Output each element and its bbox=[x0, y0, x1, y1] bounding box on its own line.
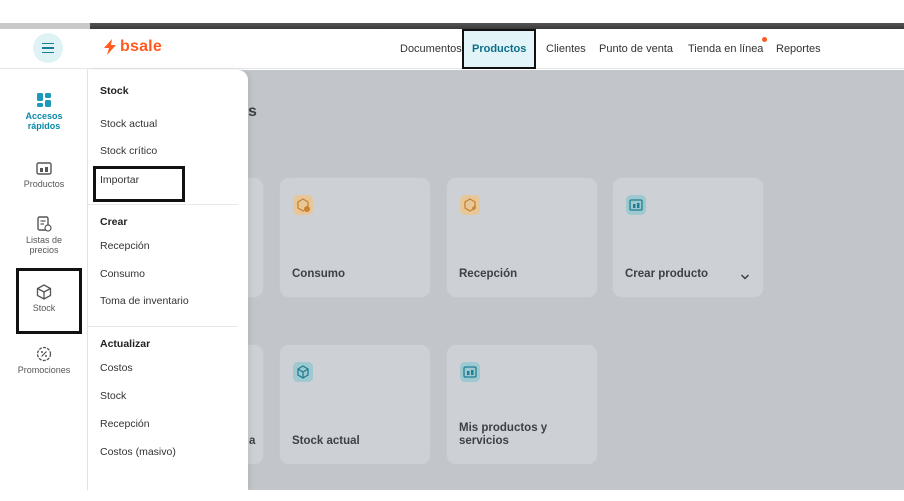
card-mis-productos[interactable]: Mis productos y servicios bbox=[446, 344, 598, 465]
dropdown-item-stock[interactable]: Stock bbox=[100, 390, 126, 402]
dropdown-item-costos-masivo[interactable]: Costos (masivo) bbox=[100, 446, 176, 458]
sidebar-label: Accesos rápidos bbox=[25, 111, 63, 131]
page-title-partial: s bbox=[248, 103, 257, 120]
card-recepcion[interactable]: Recepción bbox=[446, 177, 598, 298]
promo-icon bbox=[36, 346, 52, 362]
nav-tienda-en-linea[interactable]: Tienda en línea bbox=[688, 36, 763, 62]
top-nav: Documentos Productos Clientes Punto de v… bbox=[0, 29, 904, 69]
dropdown-section-actualizar: Actualizar bbox=[100, 338, 151, 350]
dropdown-item-toma-de-inventario[interactable]: Toma de inventario bbox=[100, 295, 189, 307]
bottom-strip bbox=[0, 490, 904, 501]
sidebar-item-promociones[interactable]: Promociones bbox=[0, 346, 88, 375]
chevron-down-icon[interactable] bbox=[740, 273, 750, 281]
card-stock-actual[interactable]: Stock actual bbox=[279, 344, 431, 465]
card-title: Consumo bbox=[292, 268, 346, 280]
dropdown-item-recepcion-actualizar[interactable]: Recepción bbox=[100, 418, 150, 430]
nav-clientes[interactable]: Clientes bbox=[546, 36, 586, 62]
sidebar-item-stock[interactable]: Stock bbox=[0, 284, 88, 313]
box-icon bbox=[36, 284, 52, 300]
card-title: Recepción bbox=[459, 268, 518, 280]
box-icon bbox=[293, 362, 313, 382]
app-root: bsale Documentos Productos Clientes Punt… bbox=[0, 0, 904, 501]
browser-top-strip bbox=[0, 0, 904, 23]
dropdown-item-recepcion[interactable]: Recepción bbox=[100, 240, 150, 252]
divider bbox=[88, 326, 238, 327]
card-title: Stock actual bbox=[292, 435, 360, 447]
dropdown-item-stock-critico[interactable]: Stock crítico bbox=[100, 145, 157, 157]
grid-icon bbox=[37, 93, 51, 107]
box-add-icon bbox=[460, 195, 480, 215]
sidebar-label: Stock bbox=[32, 303, 56, 313]
card-crear-producto[interactable]: Crear producto bbox=[612, 177, 764, 298]
card-title: Crear producto bbox=[625, 268, 709, 280]
notification-dot bbox=[762, 37, 767, 42]
dropdown-item-stock-actual[interactable]: Stock actual bbox=[100, 118, 157, 130]
price-list-icon bbox=[37, 216, 52, 232]
nav-punto-de-venta[interactable]: Punto de venta bbox=[599, 36, 673, 62]
products-icon bbox=[36, 162, 52, 175]
dropdown-section-crear: Crear bbox=[100, 216, 128, 228]
sidebar-label: Listas de precios bbox=[25, 235, 63, 255]
sidebar-label: Promociones bbox=[17, 365, 71, 375]
products-icon bbox=[460, 362, 480, 382]
stock-dropdown-menu: Stock Stock actual Stock crítico Importa… bbox=[88, 70, 248, 490]
nav-productos[interactable]: Productos bbox=[462, 29, 537, 69]
card-title: Mis productos y servicios bbox=[459, 422, 548, 447]
card-title-partial: a bbox=[249, 435, 256, 447]
dropdown-section-stock: Stock bbox=[100, 85, 129, 97]
importar-highlight-box bbox=[93, 166, 185, 202]
sidebar-item-listas-de-precios[interactable]: Listas de precios bbox=[0, 216, 88, 255]
nav-reportes[interactable]: Reportes bbox=[776, 36, 821, 62]
products-icon bbox=[626, 195, 646, 215]
sidebar-item-accesos-rapidos[interactable]: Accesos rápidos bbox=[0, 92, 88, 131]
nav-documentos[interactable]: Documentos bbox=[400, 36, 462, 62]
box-alert-icon bbox=[293, 195, 313, 215]
dropdown-item-consumo[interactable]: Consumo bbox=[100, 268, 145, 280]
sidebar-item-productos[interactable]: Productos bbox=[0, 162, 88, 189]
divider bbox=[88, 204, 238, 205]
card-consumo[interactable]: Consumo bbox=[279, 177, 431, 298]
dropdown-item-costos[interactable]: Costos bbox=[100, 362, 133, 374]
sidebar-label: Productos bbox=[23, 179, 65, 189]
